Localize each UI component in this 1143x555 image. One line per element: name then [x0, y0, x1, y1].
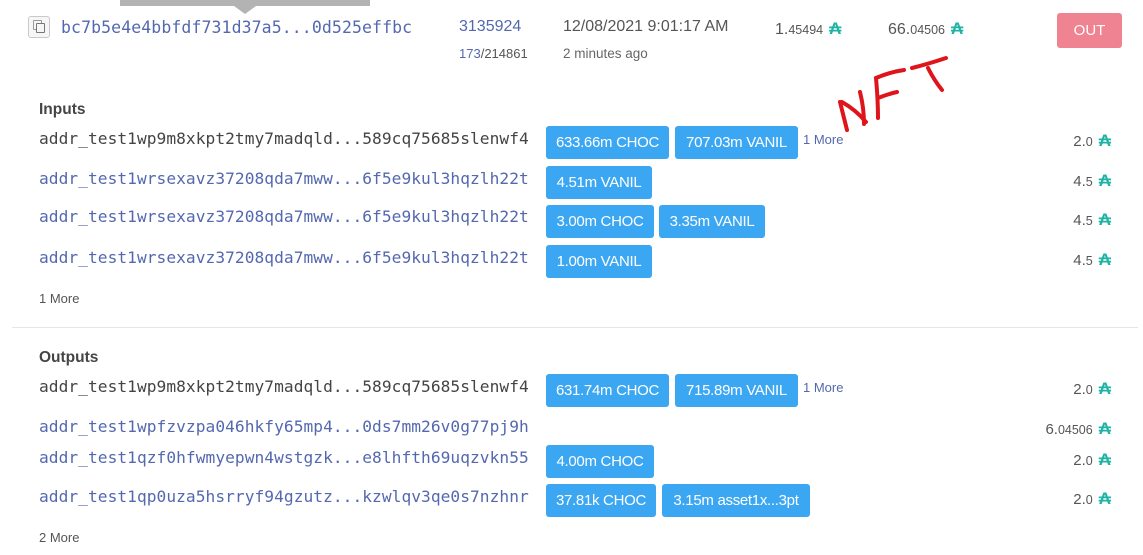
tx-hash-link[interactable]: bc7b5e4e4bbfdf731d37a5...0d525effbc [61, 18, 412, 37]
ada-icon: ₳ [951, 19, 964, 38]
amount-int: 4. [1073, 173, 1086, 190]
input-amount: 4.5 ₳ [1073, 210, 1111, 230]
outputs-title: Outputs [39, 349, 99, 366]
output-amount: 2.0 ₳ [1073, 379, 1111, 399]
amount-int: 2. [1073, 491, 1086, 508]
inputs-title: Inputs [39, 101, 86, 118]
epoch-slot: 173/214861 [459, 46, 528, 61]
epoch-slot-link[interactable]: 173 [459, 46, 481, 61]
ada-icon: ₳ [1098, 419, 1111, 438]
amount-int: 2. [1073, 381, 1086, 398]
output-amount: 2.0 ₳ [1073, 450, 1111, 470]
amount-int: 2. [1073, 133, 1086, 150]
output-address-link[interactable]: addr_test1qzf0hfwmyepwn4wstgzk...e8lhfth… [39, 448, 529, 467]
output-amount: 2.0 ₳ [1073, 489, 1111, 509]
tx-fee-int: 1. [775, 21, 789, 38]
token-badge[interactable]: 37.81k CHOC [546, 484, 656, 517]
amount-dec: 0 [1085, 135, 1093, 149]
tx-fee: 1.45494 ₳ [775, 19, 841, 39]
amount-int: 2. [1073, 452, 1086, 469]
output-address: addr_test1wp9m8xkpt2tmy7madqld...589cq75… [39, 377, 529, 396]
input-amount: 2.0 ₳ [1073, 131, 1111, 151]
token-badge[interactable]: 4.51m VANIL [546, 166, 652, 199]
input-address-link[interactable]: addr_test1wrsexavz37208qda7mww...6f5e9ku… [39, 248, 529, 267]
input-address-link[interactable]: addr_test1wrsexavz37208qda7mww...6f5e9ku… [39, 207, 529, 226]
outputs-more-link[interactable]: 2 More [39, 530, 79, 545]
ada-icon: ₳ [1098, 171, 1111, 190]
inputs-more-link[interactable]: 1 More [39, 291, 79, 306]
tx-time-ago: 2 minutes ago [563, 46, 648, 61]
section-divider [12, 327, 1138, 328]
ada-icon: ₳ [1098, 379, 1111, 398]
token-badge[interactable]: 715.89m VANIL [675, 374, 798, 407]
amount-dec: 0 [1085, 493, 1093, 507]
ada-icon: ₳ [829, 19, 842, 38]
output-address-link[interactable]: addr_test1qp0uza5hsrryf94gzutz...kzwlqv3… [39, 487, 529, 506]
ada-icon: ₳ [1098, 489, 1111, 508]
input-amount: 4.5 ₳ [1073, 171, 1111, 191]
amount-int: 6. [1045, 421, 1058, 438]
amount-dec: 5 [1085, 175, 1093, 189]
epoch-slot-total: /214861 [480, 46, 528, 61]
tx-fee-dec: 45494 [788, 23, 824, 37]
nft-annotation [838, 56, 948, 132]
amount-dec: 5 [1085, 214, 1093, 228]
amount-dec: 0 [1085, 383, 1093, 397]
tx-amount-int: 66. [888, 21, 911, 38]
amount-int: 4. [1073, 252, 1086, 269]
copy-icon[interactable] [28, 16, 50, 38]
token-badge[interactable]: 1.00m VANIL [546, 245, 652, 278]
more-tokens-link[interactable]: 1 More [803, 132, 843, 147]
input-amount: 4.5 ₳ [1073, 250, 1111, 270]
more-tokens-link[interactable]: 1 More [803, 380, 843, 395]
token-badge[interactable]: 3.15m asset1x...3pt [662, 484, 810, 517]
direction-badge: OUT [1057, 13, 1122, 48]
output-amount: 6.04506 ₳ [1045, 419, 1111, 439]
token-badge[interactable]: 4.00m CHOC [546, 445, 654, 478]
token-badge[interactable]: 707.03m VANIL [675, 126, 798, 159]
amount-dec: 0 [1085, 454, 1093, 468]
token-badge[interactable]: 3.00m CHOC [546, 205, 654, 238]
amount-int: 4. [1073, 212, 1086, 229]
tx-date: 12/08/2021 9:01:17 AM [563, 18, 729, 35]
ada-icon: ₳ [1098, 450, 1111, 469]
block-number-link[interactable]: 3135924 [459, 18, 521, 36]
tooltip-arrow [234, 6, 256, 14]
tx-amount: 66.04506 ₳ [888, 19, 963, 39]
ada-icon: ₳ [1098, 250, 1111, 269]
token-badge[interactable]: 3.35m VANIL [659, 205, 765, 238]
ada-icon: ₳ [1098, 210, 1111, 229]
input-address: addr_test1wp9m8xkpt2tmy7madqld...589cq75… [39, 129, 529, 148]
token-badge[interactable]: 633.66m CHOC [546, 126, 669, 159]
token-badge[interactable]: 631.74m CHOC [546, 374, 669, 407]
input-address-link[interactable]: addr_test1wrsexavz37208qda7mww...6f5e9ku… [39, 169, 529, 188]
amount-dec: 5 [1085, 254, 1093, 268]
tx-amount-dec: 04506 [910, 23, 946, 37]
output-address-link[interactable]: addr_test1wpfzvzpa046hkfy65mp4...0ds7mm2… [39, 417, 529, 436]
amount-dec: 04506 [1057, 423, 1093, 437]
ada-icon: ₳ [1098, 131, 1111, 150]
